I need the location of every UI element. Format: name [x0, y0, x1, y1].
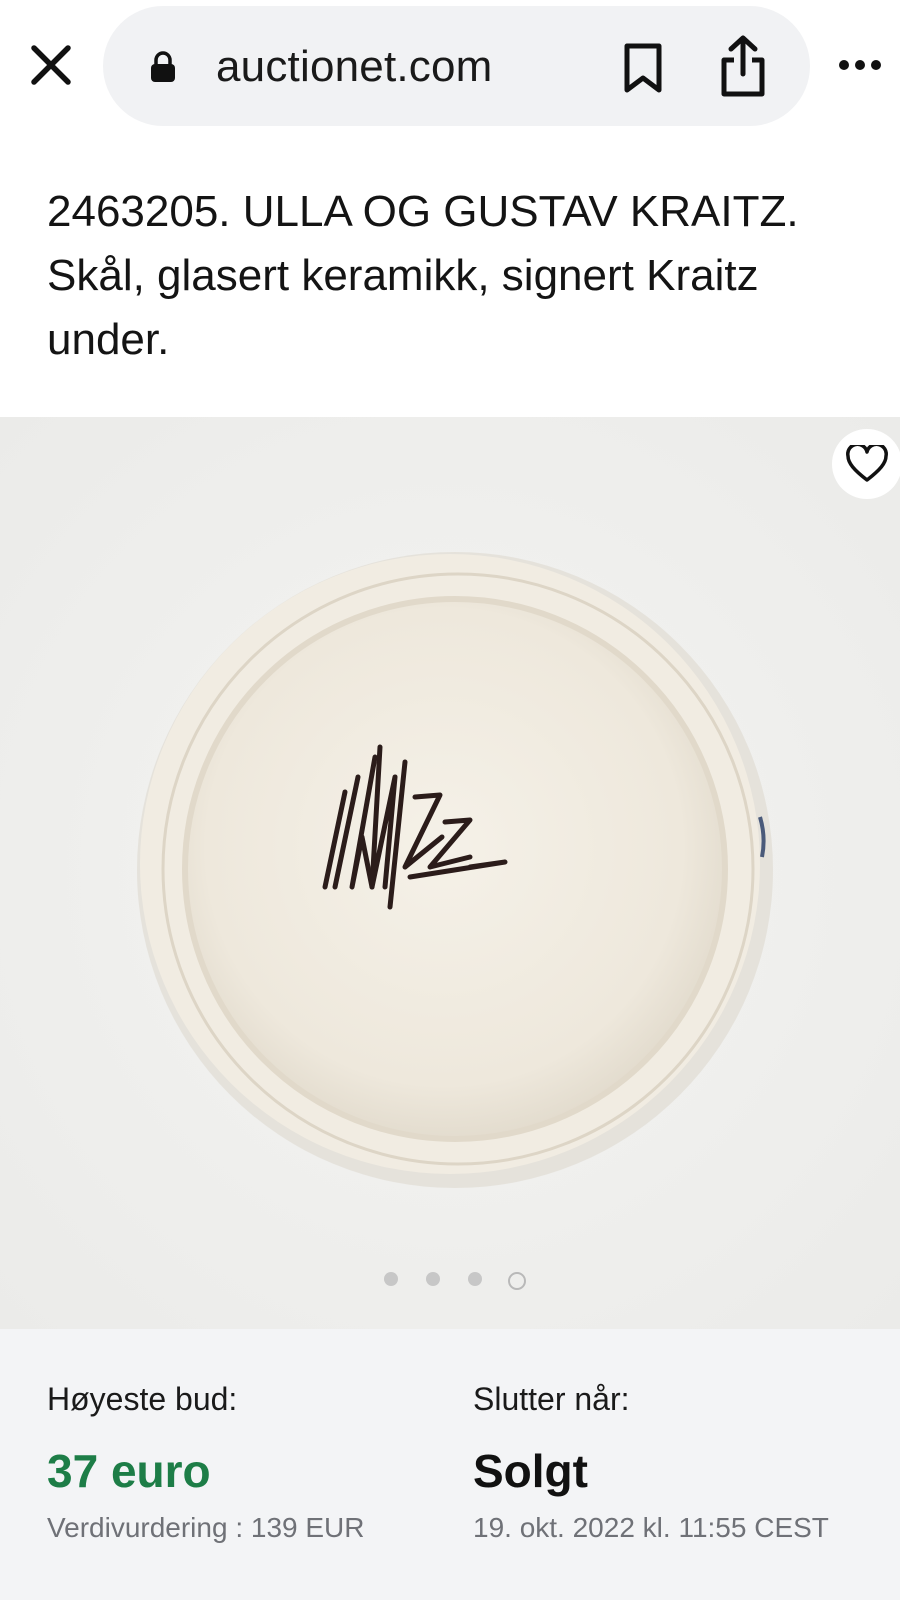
heart-icon [846, 445, 888, 482]
product-photo [0, 417, 900, 1329]
carousel-dot[interactable] [468, 1272, 482, 1286]
highest-bid-section: Høyeste bud: 37 euro Verdivurdering : 13… [47, 1381, 365, 1544]
url-text[interactable]: auctionet.com [216, 42, 493, 92]
address-bar[interactable]: auctionet.com [103, 6, 810, 126]
ends-label: Slutter når: [473, 1381, 630, 1417]
close-icon[interactable] [28, 42, 74, 88]
highest-bid-value: 37 euro [47, 1445, 211, 1497]
lock-icon [149, 50, 177, 84]
more-icon[interactable] [836, 50, 886, 80]
status-badge: Solgt [473, 1445, 588, 1497]
carousel-dot-active[interactable] [508, 1272, 526, 1290]
carousel-dot[interactable] [426, 1272, 440, 1286]
browser-toolbar: auctionet.com [0, 0, 900, 135]
end-section: Slutter når: Solgt 19. okt. 2022 kl. 11:… [473, 1381, 829, 1544]
highest-bid-label: Høyeste bud: [47, 1381, 238, 1417]
bidding-info: Høyeste bud: 37 euro Verdivurdering : 13… [0, 1329, 900, 1600]
lot-title: 2463205. ULLA OG GUSTAV KRAITZ. Skål, gl… [47, 187, 799, 364]
share-icon[interactable] [718, 34, 768, 100]
favorite-button[interactable] [832, 429, 900, 499]
image-gallery[interactable] [0, 417, 900, 1329]
estimate-text: Verdivurdering : 139 EUR [47, 1512, 365, 1543]
end-date: 19. okt. 2022 kl. 11:55 CEST [473, 1512, 829, 1543]
bookmark-icon[interactable] [621, 42, 665, 96]
carousel-dot[interactable] [384, 1272, 398, 1286]
